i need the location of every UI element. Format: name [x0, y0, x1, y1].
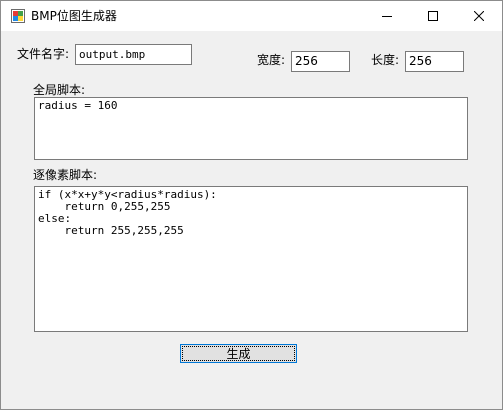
minimize-icon	[382, 16, 392, 17]
app-window: BMP位图生成器 文件名字: output.bmp 宽度: 256 长度: 25…	[0, 0, 503, 410]
height-label: 长度:	[371, 53, 400, 67]
height-input[interactable]: 256	[405, 51, 464, 72]
generate-button-label: 生成	[226, 347, 251, 361]
form-body: 文件名字: output.bmp 宽度: 256 长度: 256 全局脚本: r…	[1, 31, 502, 409]
global-script-label: 全局脚本:	[33, 83, 86, 97]
close-button[interactable]	[456, 1, 502, 31]
maximize-button[interactable]	[410, 1, 456, 31]
generate-button[interactable]: 生成	[180, 344, 297, 363]
width-input[interactable]: 256	[291, 51, 350, 72]
bitmap-app-icon	[11, 9, 25, 23]
maximize-icon	[428, 11, 438, 21]
filename-label: 文件名字:	[17, 47, 70, 61]
width-label: 宽度:	[257, 53, 286, 67]
minimize-button[interactable]	[364, 1, 410, 31]
pixel-script-label: 逐像素脚本:	[33, 168, 98, 182]
filename-input[interactable]: output.bmp	[75, 44, 192, 65]
window-title: BMP位图生成器	[31, 9, 117, 23]
global-script-textarea[interactable]: radius = 160	[34, 97, 468, 160]
title-bar[interactable]: BMP位图生成器	[1, 1, 502, 31]
close-icon	[474, 11, 484, 21]
pixel-script-textarea[interactable]: if (x*x+y*y<radius*radius): return 0,255…	[34, 186, 468, 332]
